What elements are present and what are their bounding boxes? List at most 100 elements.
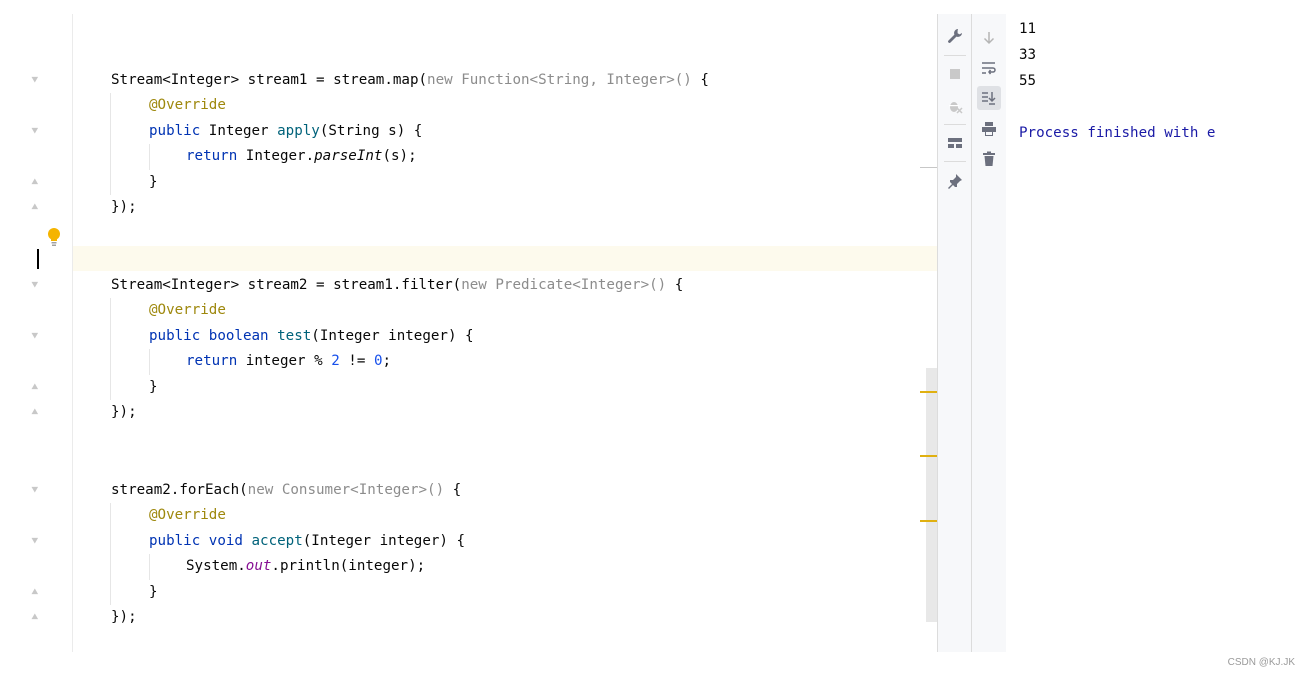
code-keyword: void (200, 533, 252, 549)
code-text: { (666, 277, 684, 293)
toolbar-separator (944, 55, 966, 56)
code-line-annotation[interactable]: @Override (149, 93, 226, 118)
fold-marker[interactable]: ⯆ (30, 119, 40, 144)
toolbar-separator (944, 124, 966, 125)
fold-marker[interactable]: ⯅ (30, 580, 40, 605)
debug-disabled-icon[interactable] (943, 94, 967, 118)
print-icon[interactable] (977, 117, 1001, 141)
code-text: (s); (382, 148, 417, 164)
fold-marker[interactable]: ⯆ (30, 68, 40, 93)
console-line: 55 (1019, 73, 1037, 89)
code-line[interactable]: return integer % 2 != 0; (186, 349, 391, 374)
fold-marker[interactable]: ⯆ (30, 273, 40, 298)
code-text: stream2 = stream1.filter( (239, 277, 462, 293)
wrench-icon[interactable] (943, 24, 967, 48)
code-line[interactable]: } (149, 580, 158, 605)
fold-marker[interactable]: ⯅ (30, 605, 40, 630)
code-anon-class: Predicate<Integer>() (486, 277, 667, 293)
code-number: 2 (331, 353, 340, 369)
code-anon-class: Consumer<Integer>() (273, 482, 445, 498)
current-line-highlight (73, 246, 938, 271)
code-line[interactable]: public Integer apply(String s) { (149, 119, 422, 144)
code-type: Integer (200, 123, 278, 139)
code-line[interactable]: System.out.println(integer); (186, 554, 425, 579)
code-line[interactable]: } (149, 170, 158, 195)
fold-marker[interactable]: ⯅ (30, 375, 40, 400)
code-keyword: public (149, 123, 201, 139)
code-method-name: test (277, 328, 312, 344)
fold-marker[interactable]: ⯅ (30, 400, 40, 425)
indent-guide (149, 349, 150, 375)
text-caret (37, 249, 39, 269)
code-keyword: new (247, 482, 274, 498)
code-text: Integer. (237, 148, 315, 164)
code-static-field: out (245, 558, 272, 574)
layout-icon[interactable] (943, 131, 967, 155)
code-text: { (444, 482, 462, 498)
lightbulb-icon[interactable] (46, 227, 62, 247)
watermark: CSDN @KJ.JK (1227, 657, 1295, 668)
code-line[interactable]: }); (111, 195, 137, 220)
indent-guide (149, 144, 150, 170)
code-text: (Integer integer) { (311, 328, 474, 344)
warning-stripe-marker[interactable] (920, 455, 937, 457)
code-editor[interactable]: ⯆ ⯆ ⯅ ⯅ ⯆ ⯆ ⯅ ⯅ ⯆ ⯆ ⯅ ⯅ Stream<Integer> … (0, 0, 938, 652)
arrow-down-icon[interactable] (977, 26, 1001, 50)
stop-icon[interactable] (943, 62, 967, 86)
code-type: Stream<Integer> (111, 277, 240, 293)
code-line[interactable]: Stream<Integer> stream2 = stream1.filter… (111, 273, 683, 298)
code-text: System. (186, 558, 246, 574)
toolbar-divider (971, 14, 972, 652)
code-keyword: new (427, 72, 453, 88)
code-static-method: parseInt (314, 148, 383, 164)
code-keyword: return (186, 353, 238, 369)
code-line[interactable]: } (149, 375, 158, 400)
toolbar-separator (944, 161, 966, 162)
code-line-annotation[interactable]: @Override (149, 298, 226, 323)
fold-marker[interactable]: ⯆ (30, 324, 40, 349)
code-line-annotation[interactable]: @Override (149, 503, 226, 528)
code-line[interactable]: return Integer.parseInt(s); (186, 144, 417, 169)
code-keyword: new (461, 277, 487, 293)
code-line[interactable]: }); (111, 605, 137, 630)
trash-icon[interactable] (977, 147, 1001, 171)
editor-scrollbar[interactable] (926, 368, 937, 622)
run-toolbar (937, 14, 1006, 652)
soft-wrap-icon[interactable] (977, 56, 1001, 80)
code-text: .println(integer); (271, 558, 426, 574)
code-line[interactable]: Stream<Integer> stream1 = stream.map(new… (111, 68, 709, 93)
warning-stripe-marker[interactable] (920, 391, 937, 393)
fold-marker[interactable]: ⯆ (30, 478, 40, 503)
code-type: Stream<Integer> (111, 72, 240, 88)
code-keyword: boolean (200, 328, 278, 344)
code-line[interactable]: stream2.forEach(new Consumer<Integer>() … (111, 478, 461, 503)
code-text: (Integer integer) { (302, 533, 466, 549)
code-text: { (691, 72, 709, 88)
error-stripe-marker[interactable] (920, 167, 937, 168)
fold-marker[interactable]: ⯆ (30, 529, 40, 554)
code-line[interactable]: }); (111, 400, 137, 425)
code-text: (String s) { (319, 123, 423, 139)
code-text: stream1 = stream.map( (239, 72, 428, 88)
fold-marker[interactable]: ⯅ (30, 195, 40, 220)
code-method-name: accept (251, 533, 303, 549)
console-output[interactable]: 11 33 55 Process finished with e (1006, 14, 1230, 652)
code-keyword: return (186, 148, 238, 164)
console-process-finished: Process finished with e (1019, 125, 1216, 141)
gutter-divider (72, 14, 73, 652)
indent-guide (110, 93, 111, 195)
code-line[interactable]: public void accept(Integer integer) { (149, 529, 465, 554)
code-text: integer % (237, 353, 332, 369)
warning-stripe-marker[interactable] (920, 520, 937, 522)
code-keyword: public (149, 533, 201, 549)
console-line: 11 (1019, 21, 1037, 37)
fold-marker[interactable]: ⯅ (30, 170, 40, 195)
pin-icon[interactable] (943, 169, 967, 193)
console-line: 33 (1019, 47, 1037, 63)
code-line[interactable]: public boolean test(Integer integer) { (149, 324, 474, 349)
code-keyword: public (149, 328, 201, 344)
scroll-to-end-icon[interactable] (977, 86, 1001, 110)
indent-guide (110, 503, 111, 605)
code-method-name: apply (277, 123, 320, 139)
indent-guide (110, 298, 111, 400)
